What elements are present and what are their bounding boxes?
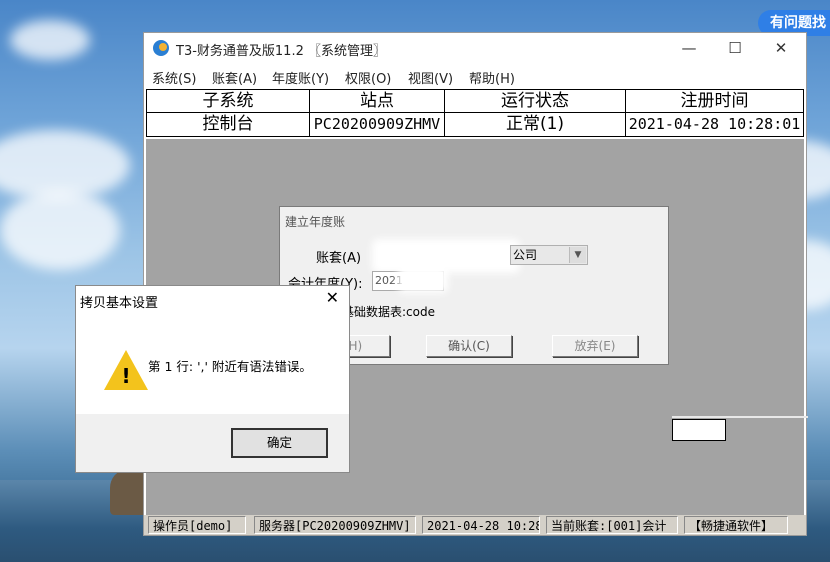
maximize-button[interactable]: ☐ (712, 35, 758, 61)
status-bar: 操作员[demo] 服务器[PC20200909ZHMV] 2021-04-28… (144, 515, 806, 535)
background-field (672, 419, 726, 441)
confirm-button[interactable]: 确认(C) (426, 335, 512, 357)
status-server: 服务器[PC20200909ZHMV] (254, 516, 416, 534)
ok-button[interactable]: 确定 (231, 428, 328, 458)
column-header-register-time[interactable]: 注册时间 (626, 90, 803, 112)
cell-status: 正常(1) (445, 113, 626, 136)
table-row[interactable]: 控制台 PC20200909ZHMV 正常(1) 2021-04-28 10:2… (146, 113, 804, 137)
menu-year-account[interactable]: 年度账(Y) (272, 68, 329, 87)
column-header-status[interactable]: 运行状态 (445, 90, 626, 112)
title-bar[interactable]: T3-财务通普及版11.2 〖系统管理〗 — ☐ ✕ (144, 33, 806, 63)
grid-header: 子系统 站点 运行状态 注册时间 (146, 89, 804, 113)
dialog-title: 拷贝基本设置 (80, 296, 159, 311)
cloud (0, 190, 120, 270)
dialog-footer: 确定 (76, 414, 349, 472)
blurred-region (398, 265, 448, 293)
account-label: 账套(A) (316, 251, 362, 266)
menu-account[interactable]: 账套(A) (212, 68, 257, 87)
warning-icon-mark: ! (121, 364, 131, 388)
menu-permission[interactable]: 权限(O) (345, 68, 391, 87)
close-icon[interactable]: ✕ (326, 288, 339, 307)
menu-view[interactable]: 视图(V) (408, 68, 453, 87)
menu-bar: 系统(S) 账套(A) 年度账(Y) 权限(O) 视图(V) 帮助(H) (144, 65, 806, 87)
copy-settings-dialog: 拷贝基本设置 ✕ ! 第 1 行: ',' 附近有语法错误。 确定 (75, 285, 350, 473)
app-icon (153, 40, 169, 56)
status-time: 2021-04-28 10:28 (422, 516, 540, 534)
basic-data-label: 基础数据表:code (342, 305, 435, 319)
account-select[interactable]: 公司 ▼ (510, 245, 588, 265)
status-account: 当前账套:[001]会计 (546, 516, 678, 534)
error-message: 第 1 行: ',' 附近有语法错误。 (148, 359, 312, 374)
menu-help[interactable]: 帮助(H) (469, 68, 515, 87)
chevron-down-icon[interactable]: ▼ (569, 247, 586, 263)
status-operator: 操作员[demo] (148, 516, 246, 534)
cell-subsystem: 控制台 (147, 113, 310, 136)
dialog-title: 建立年度账 (285, 215, 346, 229)
minimize-button[interactable]: — (666, 35, 712, 61)
column-header-station[interactable]: 站点 (310, 90, 445, 112)
cancel-button[interactable]: 放弃(E) (552, 335, 638, 357)
close-button[interactable]: ✕ (758, 35, 804, 61)
cell-register-time: 2021-04-28 10:28:01 (628, 115, 801, 133)
cloud (10, 20, 90, 60)
window-title: T3-财务通普及版11.2 〖系统管理〗 (176, 44, 386, 59)
divider (672, 416, 808, 418)
column-header-subsystem[interactable]: 子系统 (147, 90, 310, 112)
account-select-value: 公司 (513, 248, 538, 262)
status-vendor: 【畅捷通软件】 (684, 516, 788, 534)
menu-system[interactable]: 系统(S) (152, 68, 196, 87)
cell-station: PC20200909ZHMV (310, 113, 445, 136)
